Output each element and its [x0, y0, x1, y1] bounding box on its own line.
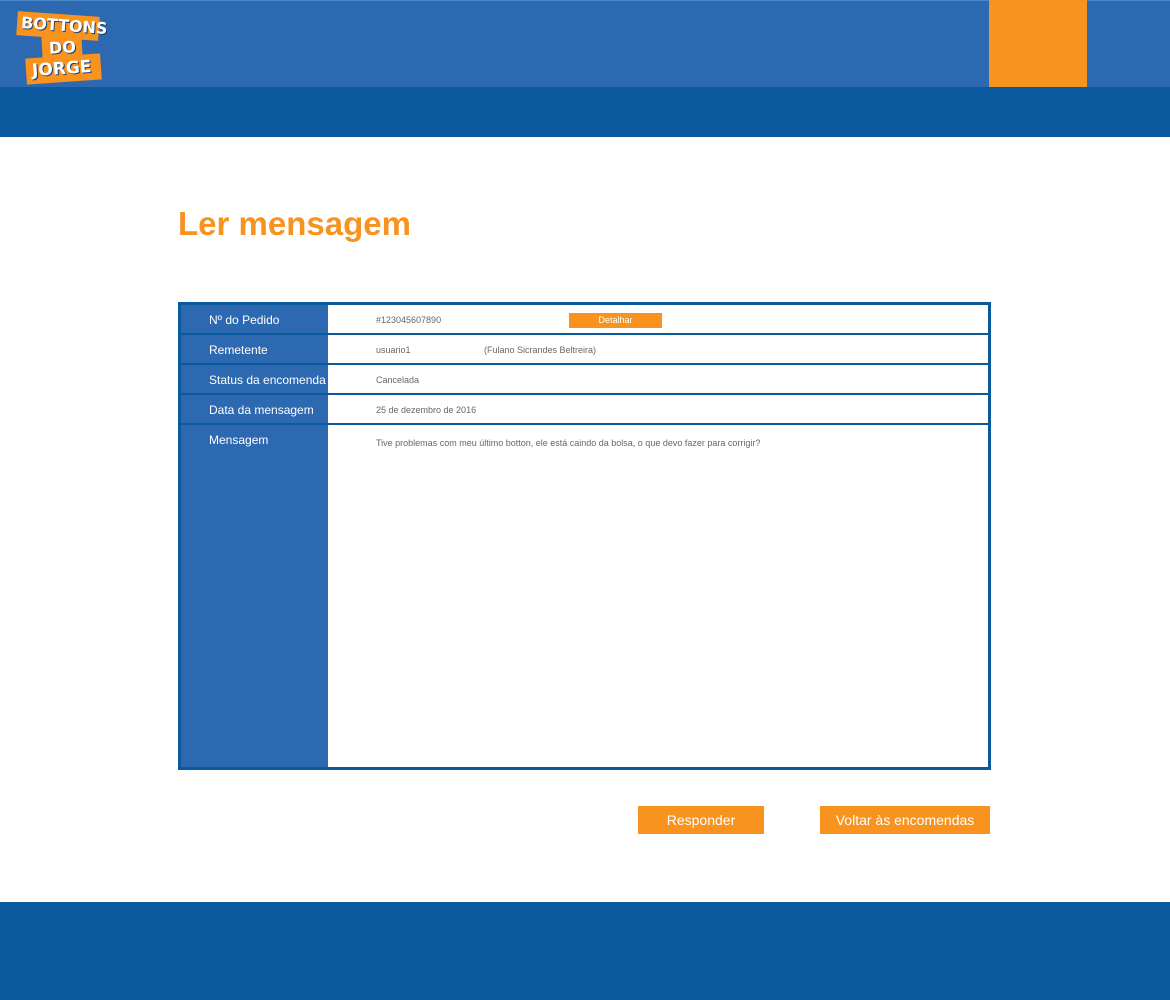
- message-body-text: Tive problemas com meu último botton, el…: [376, 438, 761, 448]
- sender-row: Remetente usuario1 (Fulano Sicrandes Bel…: [181, 335, 988, 365]
- page: BOTTONS DO JORGE Ler mensagem Nº do Pedi…: [0, 0, 1170, 1000]
- order-status-label: Status da encomenda: [209, 373, 326, 387]
- logo-text-line3: JORGE: [31, 56, 93, 82]
- order-number-label: Nº do Pedido: [209, 313, 280, 327]
- message-body-label: Mensagem: [209, 433, 269, 447]
- sender-full-name: (Fulano Sicrandes Beltreira): [484, 345, 597, 355]
- header-accent-block[interactable]: [989, 0, 1087, 87]
- detail-order-button[interactable]: Detalhar: [569, 313, 662, 328]
- page-title: Ler mensagem: [178, 205, 411, 242]
- order-number-value: #123045607890: [376, 315, 442, 325]
- back-to-orders-button[interactable]: Voltar às encomendas: [820, 806, 990, 834]
- order-status-value: Cancelada: [376, 375, 420, 385]
- message-date-label: Data da mensagem: [209, 403, 314, 417]
- message-date-value: 25 de dezembro de 2016: [376, 405, 477, 415]
- message-body-row: Mensagem Tive problemas com meu último b…: [181, 425, 988, 767]
- sender-username: usuario1: [376, 345, 411, 355]
- footer: [0, 902, 1170, 1000]
- logo-text-line2: DO: [48, 37, 77, 58]
- message-panel: Nº do Pedido #123045607890 Detalhar Reme…: [178, 302, 991, 770]
- brand-logo[interactable]: BOTTONS DO JORGE: [12, 11, 108, 86]
- order-status-row: Status da encomenda Cancelada: [181, 365, 988, 395]
- header-nav-bar: [0, 87, 1170, 137]
- order-number-row: Nº do Pedido #123045607890 Detalhar: [181, 305, 988, 335]
- message-date-row: Data da mensagem 25 de dezembro de 2016: [181, 395, 988, 425]
- reply-button[interactable]: Responder: [638, 806, 764, 834]
- sender-label: Remetente: [209, 343, 268, 357]
